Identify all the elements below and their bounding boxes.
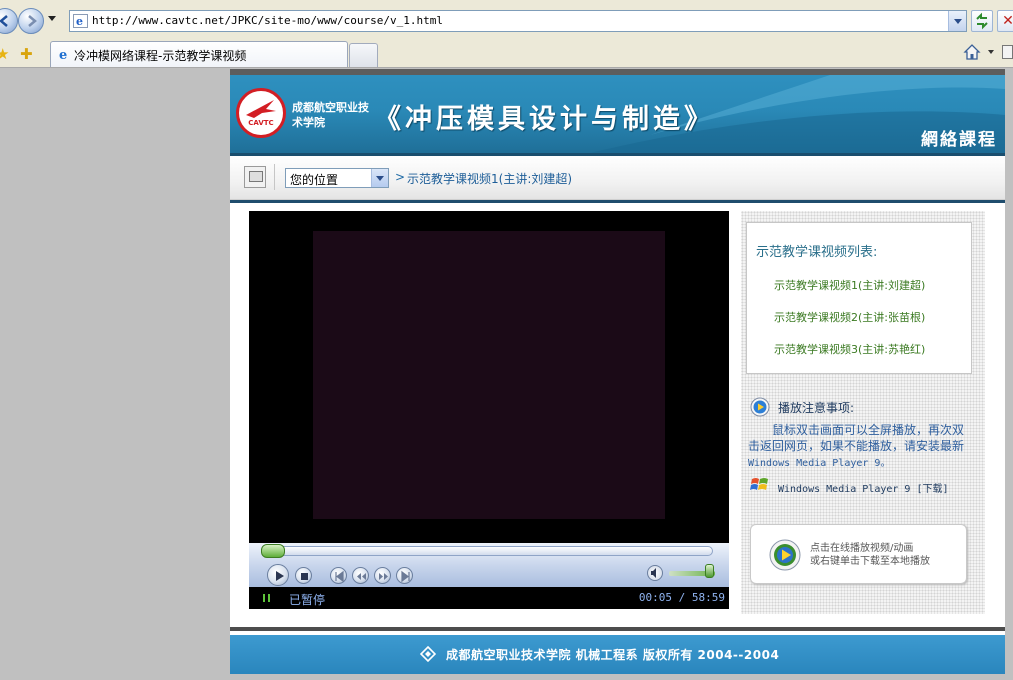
tab-title: 冷冲模网络课程-示范教学课视频 [74,49,247,63]
speaker-icon [651,568,656,578]
ie-page-icon: e [73,14,88,28]
notes-header: 播放注意事项: [750,397,980,417]
notes-text-tail: Windows Media Player 9。 [748,458,891,469]
location-select-value: 您的位置 [290,173,339,187]
page-footer: 成都航空职业技术学院 机械工程系 版权所有 2004--2004 [230,635,1005,674]
online-play-text: 点击在线播放视频/动画 或右键单击下载至本地播放 [810,542,964,568]
new-tab-button[interactable] [349,43,378,67]
online-play-button[interactable]: 点击在线播放视频/动画 或右键单击下载至本地播放 [750,524,967,584]
course-title: 《冲压模具设计与制造》 [374,104,715,135]
stop-icon: ✕ [1002,13,1013,29]
windows-logo-icon [750,478,768,490]
video-display[interactable] [313,231,665,519]
breadcrumb-divider [230,200,1005,203]
volume-thumb[interactable] [705,564,714,578]
address-url[interactable]: http://www.cavtc.net/JPKC/site-mo/www/co… [92,14,443,27]
logo-text: CAVTC [248,119,274,127]
net-course-label: 網絡課程 [921,130,997,150]
wmp-download-row[interactable]: Windows Media Player 9 [下载] [750,476,980,496]
video-list-box: 示范教学课视频列表: 示范教学课视频1(主讲:刘建超) 示范教学课视频2(主讲:… [746,222,972,374]
play-button[interactable] [267,564,289,586]
forward-button[interactable] [18,8,44,34]
notes-text: 鼠标双击画面可以全屏播放，再次双击返回网页，如果不能播放，请安装最新 [748,423,965,453]
school-logo: CAVTC [236,88,286,138]
svg-text:e: e [59,48,67,61]
browser-address-row: e http://www.cavtc.net/JPKC/site-mo/www/… [0,0,1013,41]
location-select[interactable]: 您的位置 [285,168,389,188]
pause-icon [263,594,270,602]
history-dropdown-icon[interactable] [48,16,56,21]
online-play-icon [769,539,801,571]
favorites-star-icon[interactable]: ★ [0,45,9,63]
video-list-title: 示范教学课视频列表: [756,245,878,260]
home-icon[interactable] [963,43,981,61]
breadcrumb-separator [274,164,275,190]
wmp-download-link[interactable]: Windows Media Player 9 [下载] [778,480,949,495]
forward-arrow-icon [28,15,37,27]
add-favorite-icon[interactable]: ✚ [20,45,33,63]
footer-copyright: 成都航空职业技术学院 机械工程系 版权所有 2004--2004 [446,648,780,662]
player-status: 已暂停 [289,593,326,607]
address-dropdown-button[interactable] [948,11,966,31]
seek-thumb[interactable] [261,544,285,558]
browser-tab-active[interactable]: e 冷冲模网络课程-示范教学课视频 [50,41,348,67]
monitor-icon [244,166,266,188]
seek-bar[interactable] [261,546,713,556]
plane-icon [246,100,276,118]
stop-button[interactable]: ✕ [997,10,1013,32]
stop-playback-button[interactable] [295,567,312,584]
footer-diamond-icon [420,646,436,662]
back-arrow-icon [0,15,8,27]
online-play-line1: 点击在线播放视频/动画 [810,543,914,554]
feeds-icon[interactable] [1002,45,1013,59]
refresh-button[interactable] [971,10,993,32]
stop-square-icon [301,573,308,580]
breadcrumb-arrow-icon: > [395,170,406,184]
media-player[interactable]: 已暂停 00:05 / 58:59 [249,211,729,609]
notes-body: 鼠标双击画面可以全屏播放，再次双击返回网页，如果不能播放，请安装最新 Windo… [748,422,970,472]
rewind-icon [357,573,366,580]
address-bar[interactable]: e http://www.cavtc.net/JPKC/site-mo/www/… [69,10,967,32]
back-button[interactable] [0,8,18,34]
player-status-bar: 已暂停 00:05 / 58:59 [249,587,729,609]
browser-tab-row: ★ ✚ e 冷冲模网络课程-示范教学课视频 [0,41,1013,68]
footer-divider [230,627,1005,631]
rewind-button[interactable] [352,567,369,584]
location-select-dropdown-icon[interactable] [371,169,388,187]
mute-button[interactable] [647,565,663,581]
next-button[interactable] [396,567,413,584]
fast-forward-button[interactable] [374,567,391,584]
breadcrumb-bar: 您的位置 > 示范教学课视频1(主讲:刘建超) [230,156,1005,200]
breadcrumb-current[interactable]: 示范教学课视频1(主讲:刘建超) [407,170,572,187]
online-play-line2: 或右键单击下载至本地播放 [810,556,930,567]
school-name: 成都航空职业技术学院 [292,101,369,129]
video-list-item[interactable]: 示范教学课视频1(主讲:刘建超) [774,277,925,293]
web-page: CAVTC 成都航空职业技术学院 《冲压模具设计与制造》 網絡課程 您的位置 >… [230,69,1005,674]
media-play-icon [750,397,770,417]
play-icon [276,571,284,581]
refresh-icon [976,12,988,30]
fast-forward-icon [379,573,388,580]
site-banner: CAVTC 成都航空职业技术学院 《冲压模具设计与制造》 網絡課程 [230,75,1005,153]
notes-title: 播放注意事项: [778,401,855,415]
next-icon [401,570,410,583]
previous-icon [335,570,344,583]
right-column: 示范教学课视频列表: 示范教学课视频1(主讲:刘建超) 示范教学课视频2(主讲:… [741,211,985,614]
home-dropdown-icon[interactable] [988,50,994,54]
player-time: 00:05 / 58:59 [638,591,725,604]
ie-tab-icon: e [59,48,67,61]
video-list-item[interactable]: 示范教学课视频3(主讲:苏艳红) [774,341,925,357]
previous-button[interactable] [330,567,347,584]
svg-text:e: e [76,15,83,28]
video-list-item[interactable]: 示范教学课视频2(主讲:张苗根) [774,309,925,325]
